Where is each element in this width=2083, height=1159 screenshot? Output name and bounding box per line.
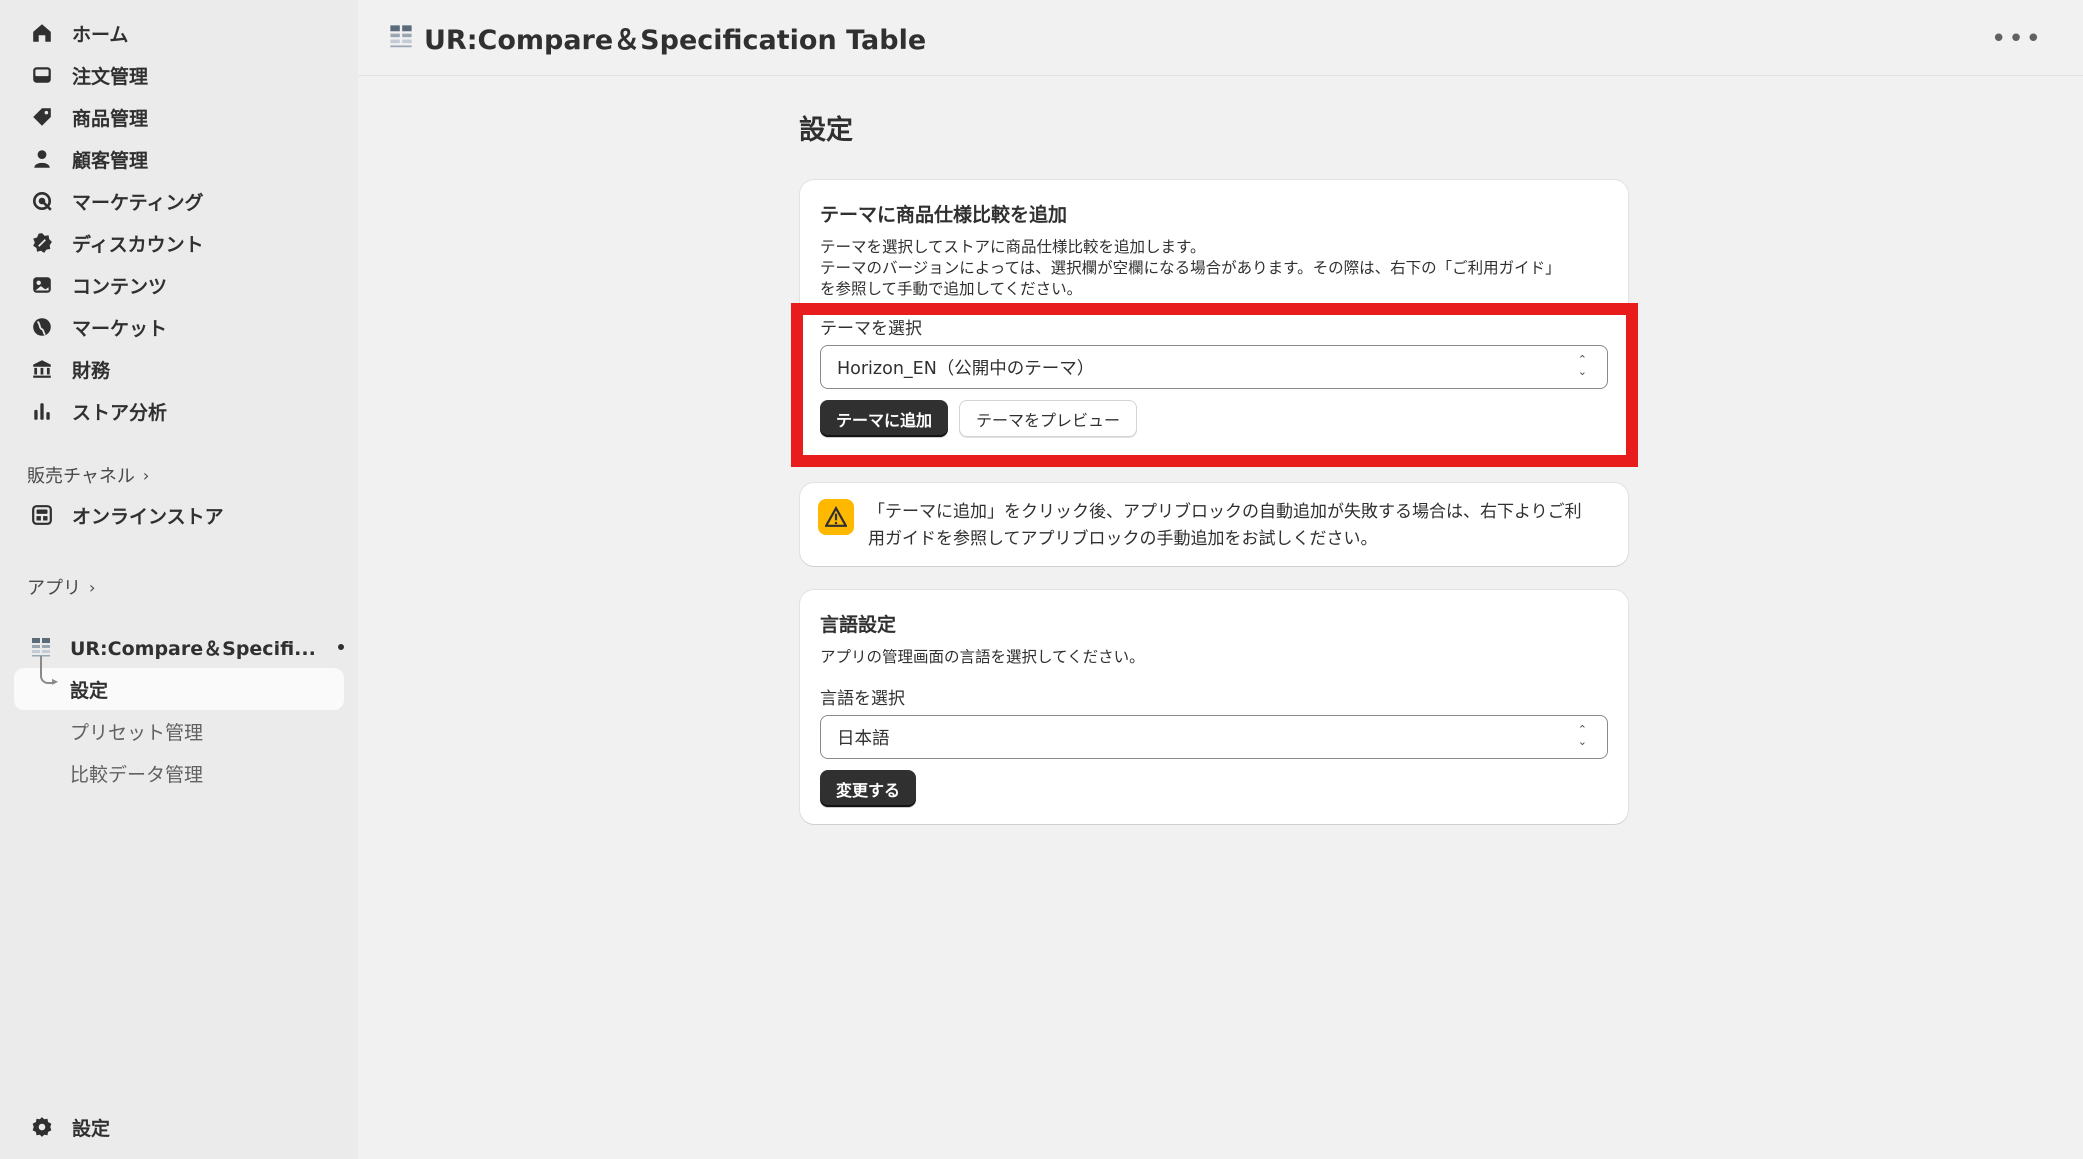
change-language-button[interactable]: 変更する <box>820 770 917 807</box>
app-subitem-presets[interactable]: プリセット管理 <box>0 710 358 752</box>
warning-text: 「テーマに追加」をクリック後、アプリブロックの自動追加が失敗する場合は、右下より… <box>868 499 1582 553</box>
person-icon <box>30 147 54 171</box>
apps-heading[interactable]: アプリ › <box>0 572 358 602</box>
nav-discounts[interactable]: ディスカウント <box>0 222 358 264</box>
nav-orders-label: 注文管理 <box>72 65 149 88</box>
page-title: 設定 <box>799 115 853 146</box>
app-logo-icon <box>388 23 414 53</box>
nav-analytics-label: ストア分析 <box>72 401 168 424</box>
bank-icon <box>30 357 54 381</box>
app-subitem-settings[interactable]: ▸ 設定 <box>14 656 344 710</box>
nav-settings-label: 設定 <box>72 1117 111 1140</box>
nav-marketing-label: マーケティング <box>72 191 204 214</box>
nav-customers-label: 顧客管理 <box>72 149 149 172</box>
sales-channels-label: 販売チャネル <box>27 466 135 487</box>
theme-select[interactable]: Horizon_EN（公開中のテーマ） ⌃ ⌄ <box>820 345 1608 389</box>
select-chevron-icon: ⌃ ⌄ <box>1577 723 1587 748</box>
theme-select-value: Horizon_EN（公開中のテーマ） <box>837 358 1095 379</box>
nav-marketing[interactable]: マーケティング <box>0 180 358 222</box>
chevron-right-icon: › <box>142 465 150 485</box>
warning-line-2: 用ガイドを参照してアプリブロックの手動追加をお試しください。 <box>868 529 1378 549</box>
home-icon <box>30 21 54 45</box>
image-icon <box>30 273 54 297</box>
nav-products-label: 商品管理 <box>72 107 149 130</box>
discount-icon <box>30 231 54 255</box>
nav-home-label: ホーム <box>72 23 129 46</box>
bar-chart-icon <box>30 399 54 423</box>
nav-online-store-label: オンラインストア <box>72 505 224 528</box>
globe-icon <box>30 315 54 339</box>
theme-select-label: テーマを選択 <box>820 319 922 339</box>
preview-theme-button[interactable]: テーマをプレビュー <box>959 400 1138 437</box>
language-card-desc: アプリの管理画面の言語を選択してください。 <box>820 648 1145 666</box>
app-logo-icon <box>30 636 52 658</box>
nav-home[interactable]: ホーム <box>0 12 358 54</box>
nav-markets[interactable]: マーケット <box>0 306 358 348</box>
app-title: UR:Compare＆Specification Table <box>424 25 927 56</box>
app-name: UR:Compare＆Specifi... <box>70 637 316 660</box>
language-select-label: 言語を選択 <box>820 689 905 709</box>
app-subitem-presets-label: プリセット管理 <box>70 721 204 744</box>
nav-analytics[interactable]: ストア分析 <box>0 390 358 432</box>
app-subitem-compare-data[interactable]: 比較データ管理 <box>0 752 358 794</box>
arrow-right-icon: ▸ <box>52 674 59 688</box>
nav-discounts-label: ディスカウント <box>72 233 204 256</box>
sales-channels-heading[interactable]: 販売チャネル › <box>0 460 358 490</box>
nav-products[interactable]: 商品管理 <box>0 96 358 138</box>
nav-online-store[interactable]: オンラインストア <box>0 494 358 536</box>
nav-orders[interactable]: 注文管理 <box>0 54 358 96</box>
sidebar: ホーム 注文管理 商品管理 顧客管理 マーケティング ディスカウント コンテンツ… <box>0 0 358 1159</box>
chevron-right-icon: › <box>89 577 96 597</box>
add-to-theme-button[interactable]: テーマに追加 <box>820 400 949 437</box>
warning-icon <box>818 499 854 535</box>
nav-content-label: コンテンツ <box>72 275 168 298</box>
nav-customers[interactable]: 顧客管理 <box>0 138 358 180</box>
store-icon <box>30 503 54 527</box>
warning-banner: 「テーマに追加」をクリック後、アプリブロックの自動追加が失敗する場合は、右下より… <box>800 483 1628 566</box>
theme-card-title: テーマに商品仕様比較を追加 <box>820 204 1068 226</box>
language-card-title: 言語設定 <box>820 614 897 636</box>
theme-card-desc-1: テーマを選択してストアに商品仕様比較を追加します。 <box>820 238 1206 256</box>
app-subitem-compare-data-label: 比較データ管理 <box>70 763 204 786</box>
apps-label: アプリ <box>27 578 81 599</box>
select-chevron-icon: ⌃ ⌄ <box>1577 353 1587 378</box>
theme-card-desc-2: テーマのバージョンによっては、選択欄が空欄になる場合があります。その際は、右下の… <box>820 259 1561 277</box>
pin-dot-icon <box>337 644 344 650</box>
nav-finance[interactable]: 財務 <box>0 348 358 390</box>
nav-settings[interactable]: 設定 <box>0 1106 110 1148</box>
language-select[interactable]: 日本語 ⌃ ⌄ <box>820 715 1608 759</box>
theme-card-desc-3: を参照して手動で追加してください。 <box>820 280 1083 298</box>
nav-markets-label: マーケット <box>72 317 168 340</box>
app-header: UR:Compare＆Specification Table ••• <box>358 0 2083 76</box>
gear-icon <box>30 1115 54 1139</box>
tag-icon <box>30 105 54 129</box>
app-subitem-settings-label: 設定 <box>70 679 109 702</box>
warning-line-1: 「テーマに追加」をクリック後、アプリブロックの自動追加が失敗する場合は、右下より… <box>868 502 1582 522</box>
nav-content[interactable]: コンテンツ <box>0 264 358 306</box>
more-options-icon[interactable]: ••• <box>1991 24 2043 54</box>
nav-finance-label: 財務 <box>72 359 111 382</box>
target-icon <box>30 189 54 213</box>
language-card: 言語設定 アプリの管理画面の言語を選択してください。 言語を選択 日本語 ⌃ ⌄ … <box>800 590 1628 824</box>
theme-card: テーマに商品仕様比較を追加 テーマを選択してストアに商品仕様比較を追加します。 … <box>800 180 1628 464</box>
inbox-icon <box>30 63 54 87</box>
language-select-value: 日本語 <box>837 728 890 749</box>
